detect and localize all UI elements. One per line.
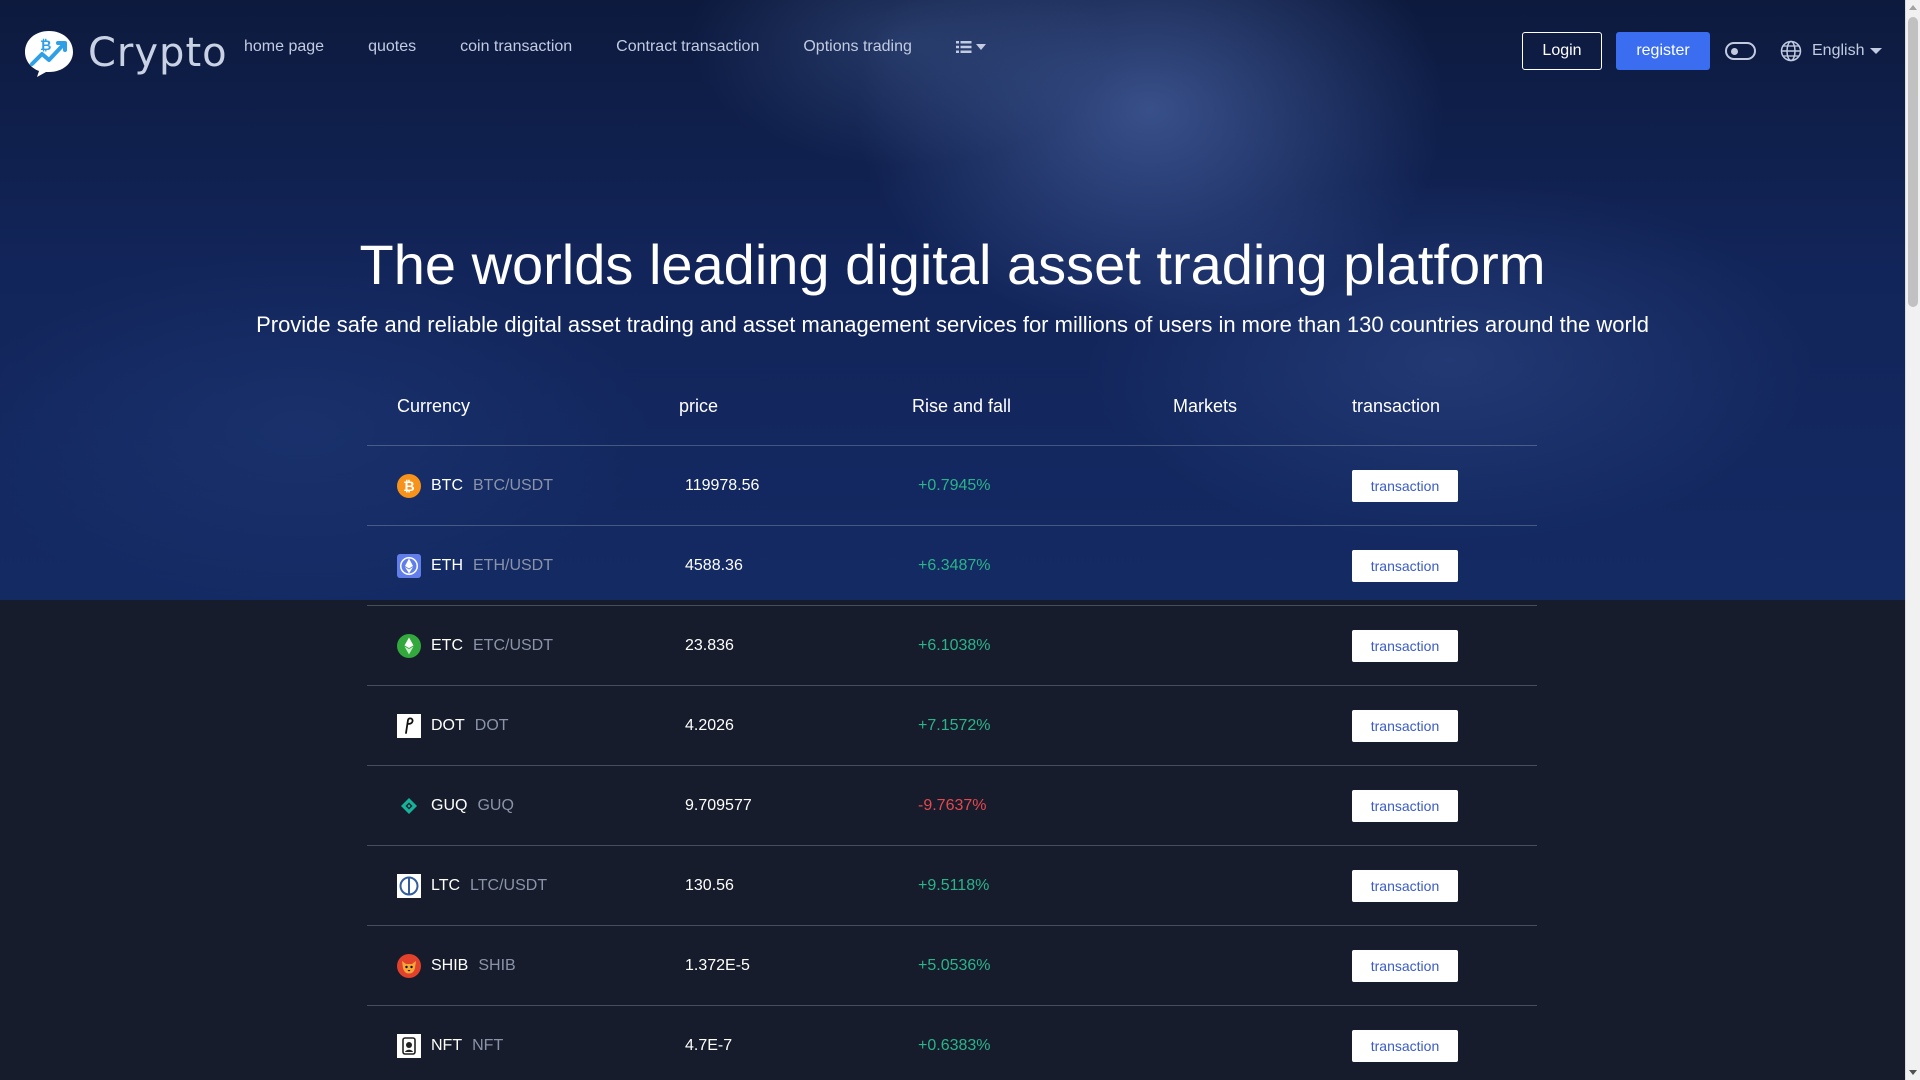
coin-price: 1.372E-5 <box>685 957 750 974</box>
transaction-button[interactable]: transaction <box>1352 710 1458 742</box>
coin-price: 23.836 <box>685 637 734 654</box>
coin-price: 4.7E-7 <box>685 1037 733 1054</box>
coin-symbol: ETC ETC/USDT <box>431 637 553 654</box>
toggle-knob-icon <box>1731 48 1738 55</box>
transaction-button[interactable]: transaction <box>1352 1030 1458 1062</box>
table-row[interactable]: SHIB SHIB 1.372E-5 +5.0536% transaction <box>367 926 1537 1006</box>
etc-icon <box>397 634 421 658</box>
coin-change: -9.7637% <box>918 797 987 814</box>
coin-pair: ETC/USDT <box>473 637 553 654</box>
transaction-button[interactable]: transaction <box>1352 630 1458 662</box>
transaction-button[interactable]: transaction <box>1352 550 1458 582</box>
coin-change: +0.6383% <box>918 1037 991 1054</box>
scroll-down-icon[interactable] <box>1909 1070 1917 1075</box>
main-nav: home page quotes coin transaction Contra… <box>244 38 986 56</box>
coin-symbol: SHIB SHIB <box>431 957 516 974</box>
chevron-down-icon <box>975 44 986 50</box>
table-row[interactable]: ₿ BTC BTC/USDT 119978.56 +0.7945% transac… <box>367 446 1537 526</box>
coin-pair: NFT <box>472 1037 504 1054</box>
coin-price: 9.709577 <box>685 797 752 814</box>
header-price: price <box>679 396 719 416</box>
coin-change: +6.1038% <box>918 637 991 654</box>
hero-title: The worlds leading digital asset trading… <box>359 233 1546 296</box>
table-row[interactable]: LTC LTC/USDT 130.56 +9.5118% transaction <box>367 846 1537 926</box>
coin-price: 4588.36 <box>685 557 743 574</box>
market-table: Currency price Rise and fall Markets tra… <box>367 380 1537 1080</box>
scrollbar-thumb[interactable] <box>1908 17 1918 307</box>
coin-price: 4.2026 <box>685 717 734 734</box>
transaction-button[interactable]: transaction <box>1352 470 1458 502</box>
brand-name: Crypto <box>88 30 228 76</box>
nav-coin-transaction[interactable]: coin transaction <box>460 38 572 56</box>
site-header: ₿ Crypto home page quotes coin transacti… <box>0 0 1905 102</box>
coin-pair: DOT <box>474 717 509 734</box>
coin-change: +7.1572% <box>918 717 991 734</box>
header-currency: Currency <box>397 396 471 416</box>
coin-change: +5.0536% <box>918 957 991 974</box>
dot-icon <box>397 714 421 738</box>
page-scrollbar[interactable] <box>1905 0 1920 1080</box>
table-row[interactable]: GUQ GUQ 9.709577 -9.7637% transaction <box>367 766 1537 846</box>
chevron-down-icon <box>1870 48 1883 54</box>
coin-symbol: GUQ GUQ <box>431 797 514 814</box>
coin-symbol: LTC LTC/USDT <box>431 877 548 894</box>
coin-symbol: ETH ETH/USDT <box>431 557 553 574</box>
nav-quotes[interactable]: quotes <box>368 38 416 56</box>
header-rise-and-fall: Rise and fall <box>912 396 1012 416</box>
coin-price: 130.56 <box>685 877 734 894</box>
list-icon <box>955 41 972 53</box>
table-row[interactable]: ETH ETH/USDT 4588.36 +6.3487% transaction <box>367 526 1537 606</box>
table-row[interactable]: NFT NFT 4.7E-7 +0.6383% transaction <box>367 1006 1537 1080</box>
nav-more-menu[interactable] <box>955 41 986 53</box>
coin-symbol: BTC BTC/USDT <box>431 477 553 494</box>
guq-icon <box>401 798 417 814</box>
scroll-up-icon[interactable] <box>1909 5 1917 10</box>
header-markets: Markets <box>1173 396 1238 416</box>
shib-icon <box>397 954 421 978</box>
language-selector[interactable]: English <box>1780 40 1883 62</box>
ltc-icon <box>397 874 421 898</box>
hero-subtitle: Provide safe and reliable digital asset … <box>256 312 1649 337</box>
coin-change: +0.7945% <box>918 477 991 494</box>
crypto-logo-icon: ₿ <box>25 31 73 77</box>
coin-pair: GUQ <box>477 797 514 814</box>
coin-change: +9.5118% <box>918 877 990 894</box>
register-button[interactable]: register <box>1616 32 1710 70</box>
eth-icon <box>397 554 421 578</box>
login-button[interactable]: Login <box>1522 32 1602 70</box>
theme-toggle[interactable] <box>1725 42 1756 60</box>
coin-pair: BTC/USDT <box>473 477 553 494</box>
transaction-button[interactable]: transaction <box>1352 870 1458 902</box>
nav-home[interactable]: home page <box>244 38 324 56</box>
header-transaction: transaction <box>1352 396 1441 416</box>
coin-pair: SHIB <box>478 957 516 974</box>
globe-icon <box>1780 40 1802 62</box>
btc-icon: ₿ <box>397 474 421 498</box>
coin-price: 119978.56 <box>685 477 760 494</box>
transaction-button[interactable]: transaction <box>1352 790 1458 822</box>
nft-icon <box>397 1034 421 1058</box>
svg-text:₿: ₿ <box>40 38 51 54</box>
table-row[interactable]: DOT DOT 4.2026 +7.1572% transaction <box>367 686 1537 766</box>
table-row[interactable]: ETC ETC/USDT 23.836 +6.1038% transaction <box>367 606 1537 686</box>
language-label: English <box>1812 42 1865 59</box>
coin-symbol: NFT NFT <box>431 1037 504 1054</box>
table-header: Currency price Rise and fall Markets tra… <box>367 380 1537 446</box>
coin-symbol: DOT DOT <box>431 717 509 734</box>
coin-pair: LTC/USDT <box>470 877 548 894</box>
coin-change: +6.3487% <box>918 557 991 574</box>
svg-text:₿: ₿ <box>403 479 414 495</box>
transaction-button[interactable]: transaction <box>1352 950 1458 982</box>
brand-logo[interactable]: ₿ Crypto <box>22 28 228 78</box>
nav-contract-transaction[interactable]: Contract transaction <box>616 38 759 56</box>
nav-options-trading[interactable]: Options trading <box>803 38 912 56</box>
coin-pair: ETH/USDT <box>473 557 553 574</box>
